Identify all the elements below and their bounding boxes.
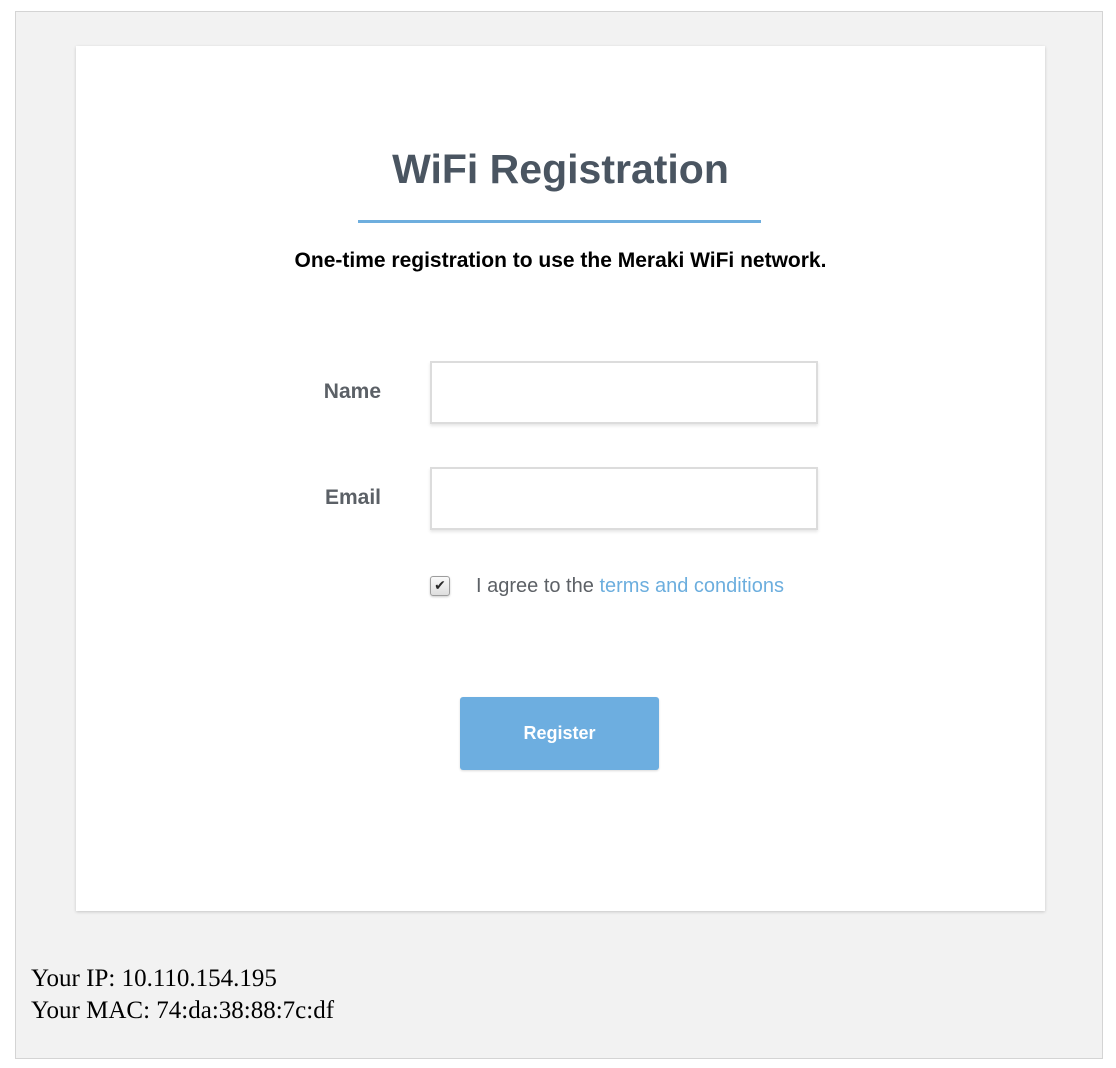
terms-checkbox[interactable]: ✔: [430, 576, 450, 596]
name-label: Name: [323, 380, 381, 403]
title-underline: [358, 220, 761, 223]
ip-line: Your IP: 10.110.154.195: [31, 963, 334, 995]
ip-label: Your IP:: [31, 965, 116, 992]
checkmark-icon: ✔: [434, 578, 446, 594]
terms-prefix: I agree to the: [476, 574, 594, 597]
mac-value: 74:da:38:88:7c:df: [156, 997, 335, 1024]
mac-label: Your MAC:: [31, 997, 151, 1024]
network-info: Your IP: 10.110.154.195 Your MAC: 74:da:…: [31, 963, 334, 1027]
email-label: Email: [324, 486, 381, 509]
registration-card: WiFi Registration One-time registration …: [76, 46, 1045, 911]
page-title: WiFi Registration: [392, 146, 729, 192]
register-button[interactable]: Register: [460, 697, 659, 770]
page-subtitle: One-time registration to use the Meraki …: [294, 249, 827, 272]
mac-line: Your MAC: 74:da:38:88:7c:df: [31, 995, 334, 1027]
terms-agreement: ✔ I agree to the terms and conditions: [430, 573, 784, 599]
page-frame: WiFi Registration One-time registration …: [15, 11, 1103, 1059]
email-field[interactable]: [430, 467, 818, 530]
name-field[interactable]: [430, 361, 818, 424]
terms-text: I agree to the terms and conditions: [476, 575, 784, 598]
ip-value: 10.110.154.195: [121, 965, 277, 992]
terms-link[interactable]: terms and conditions: [599, 575, 784, 597]
